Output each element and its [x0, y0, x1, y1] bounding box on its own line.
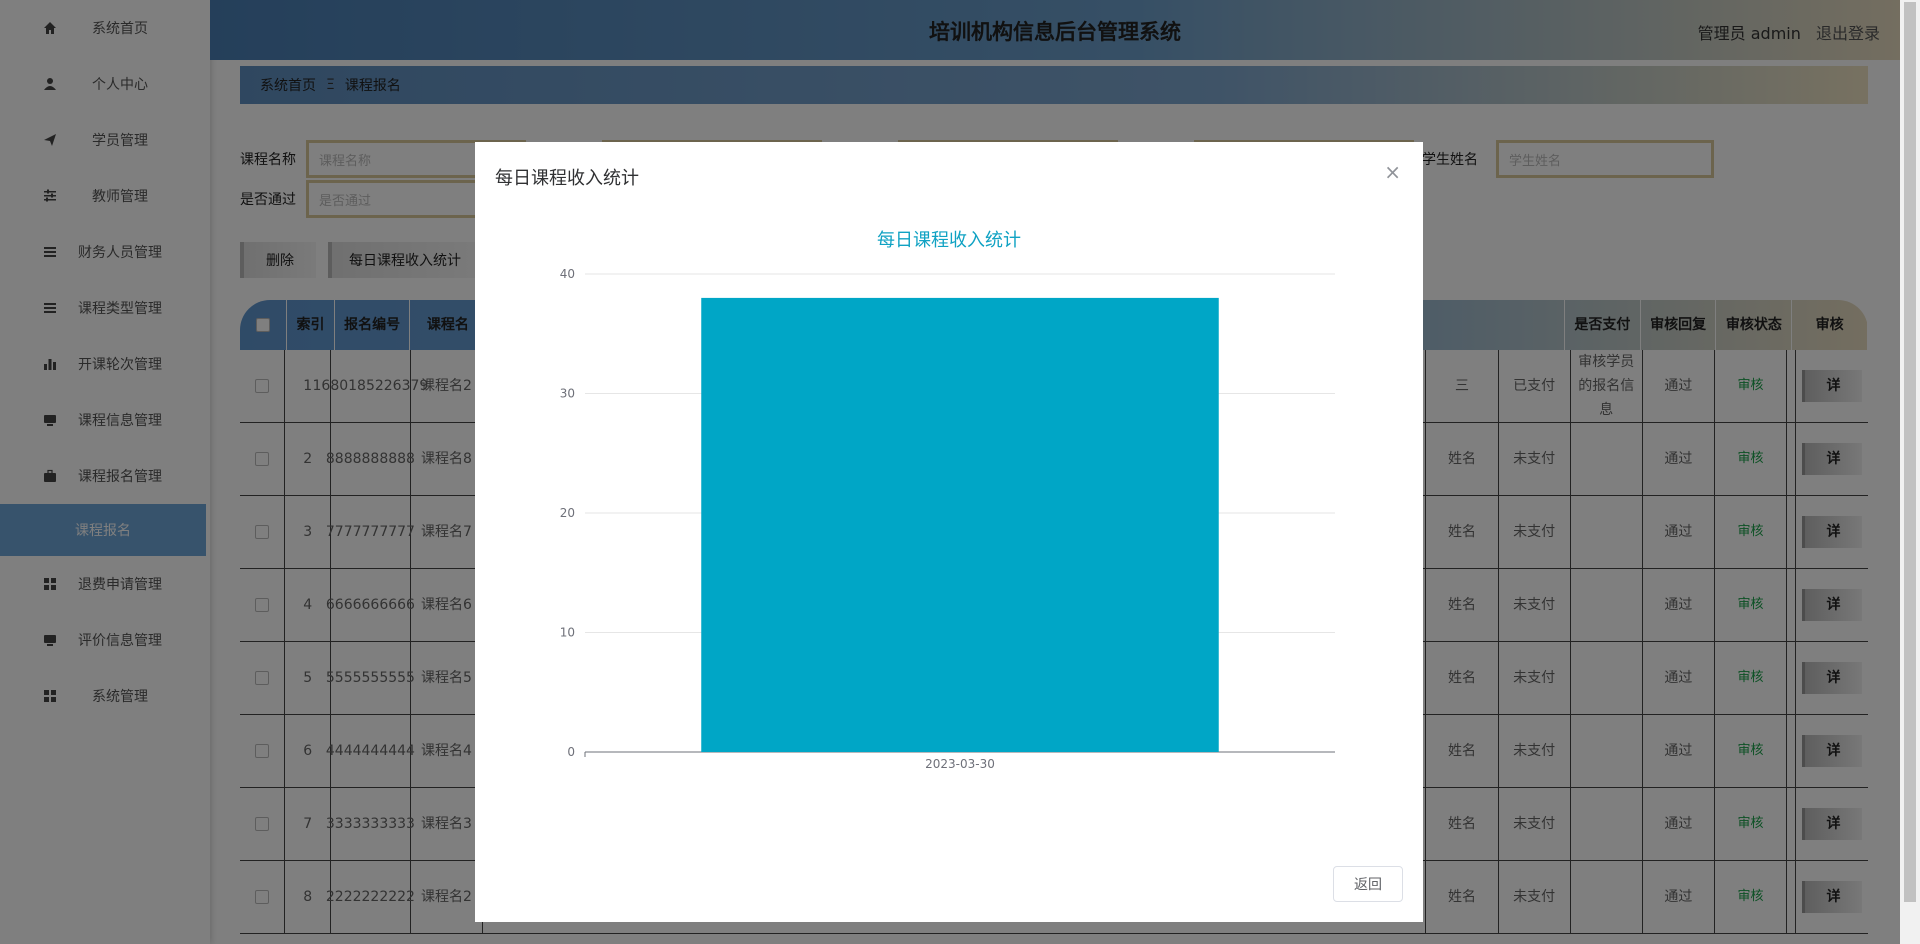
return-button[interactable]: 返回: [1333, 866, 1403, 902]
x-tick-label: 2023-03-30: [925, 757, 995, 771]
revenue-bar-chart: 0 10 20 30 40 2023-03-30: [560, 267, 1335, 771]
y-tick-label: 30: [560, 387, 575, 401]
y-tick-label: 20: [560, 506, 575, 520]
chart-title: 每日课程收入统计: [877, 230, 1021, 251]
bar[interactable]: [701, 297, 1219, 752]
y-tick-label: 0: [567, 745, 575, 759]
modal-title: 每日课程收入统计: [495, 168, 639, 189]
y-tick-label: 10: [560, 626, 575, 640]
stats-modal: 每日课程收入统计 × 每日课程收入统计 0 10 20 30 40 2023-03-30 …: [475, 142, 1423, 922]
scrollbar-thumb[interactable]: [1904, 2, 1916, 902]
close-icon[interactable]: ×: [1384, 160, 1401, 184]
page-scrollbar[interactable]: [1900, 0, 1920, 944]
y-tick-label: 40: [560, 267, 575, 281]
